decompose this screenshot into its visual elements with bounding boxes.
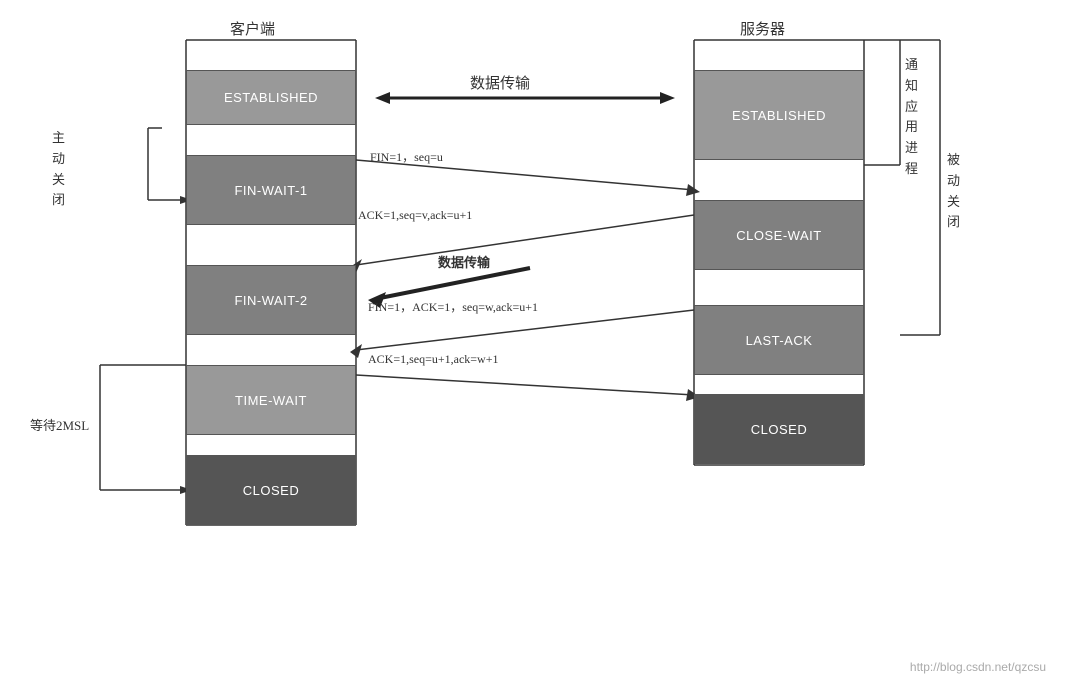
data-transfer-top-label: 数据传输 xyxy=(470,72,530,93)
server-label: 服务器 xyxy=(740,18,785,39)
ack2-label: ACK=1,seq=u+1,ack=w+1 xyxy=(368,352,499,367)
client-label: 客户端 xyxy=(230,18,275,39)
client-fin-wait-2-box: FIN-WAIT-2 xyxy=(186,265,356,335)
server-closed-box: CLOSED xyxy=(694,394,864,464)
diagram-container: 客户端 服务器 ESTABLISHED FIN-WAIT-1 FIN-WAIT-… xyxy=(0,0,1066,684)
client-fin-wait-1-box: FIN-WAIT-1 xyxy=(186,155,356,225)
fin1-label: FIN=1，seq=u xyxy=(370,148,443,165)
server-established-box: ESTABLISHED xyxy=(694,70,864,160)
client-time-wait-box: TIME-WAIT xyxy=(186,365,356,435)
server-last-ack-box: LAST-ACK xyxy=(694,305,864,375)
server-close-wait-box: CLOSE-WAIT xyxy=(694,200,864,270)
notify-app-label: 通 知 应 用 进 程 xyxy=(905,55,918,180)
wait-2msl-label: 等待2MSL xyxy=(30,415,89,434)
ack1-label: ACK=1,seq=v,ack=u+1 xyxy=(358,208,472,223)
active-close-label: 主 动 关 闭 xyxy=(52,128,65,211)
data-transfer-mid-label: 数据传输 xyxy=(438,252,490,271)
fin2-label: FIN=1，ACK=1，seq=w,ack=u+1 xyxy=(368,298,538,315)
passive-close-label: 被 动 关 闭 xyxy=(947,150,960,233)
watermark: http://blog.csdn.net/qzcsu xyxy=(910,660,1046,674)
client-established-box: ESTABLISHED xyxy=(186,70,356,125)
client-closed-box: CLOSED xyxy=(186,455,356,525)
